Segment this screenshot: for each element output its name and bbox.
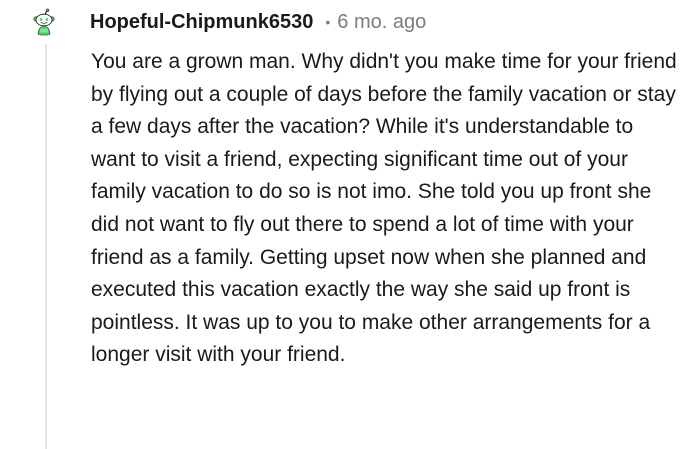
avatar[interactable]	[30, 8, 58, 36]
comment-meta: Hopeful-Chipmunk6530 • 6 mo. ago	[90, 9, 426, 35]
thread-line[interactable]	[45, 44, 47, 449]
timestamp[interactable]: 6 mo. ago	[337, 11, 426, 34]
comment-body: You are a grown man. Why didn't you make…	[91, 50, 677, 367]
reddit-snoo-avatar-icon	[30, 8, 58, 36]
meta-separator: •	[325, 14, 331, 30]
username-link[interactable]: Hopeful-Chipmunk6530	[90, 11, 313, 34]
comment: Hopeful-Chipmunk6530 • 6 mo. ago You are…	[0, 0, 700, 449]
